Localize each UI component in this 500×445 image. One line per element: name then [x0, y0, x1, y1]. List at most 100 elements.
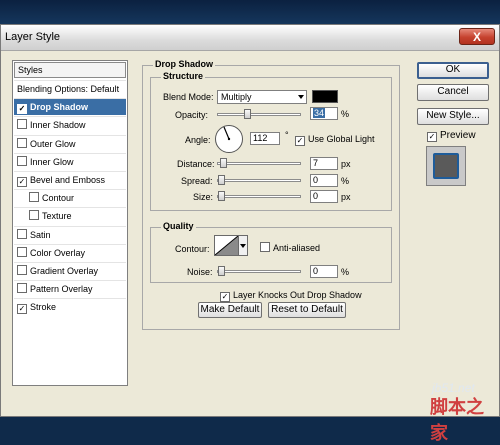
- distance-input[interactable]: 7: [310, 157, 338, 170]
- style-item-stroke[interactable]: ✓ Stroke: [14, 298, 126, 315]
- style-checkbox[interactable]: ✓: [17, 304, 27, 315]
- style-checkbox[interactable]: [17, 265, 27, 275]
- opacity-unit: %: [341, 109, 350, 119]
- noise-input[interactable]: 0: [310, 265, 338, 278]
- style-checkbox[interactable]: [17, 283, 27, 294]
- watermark-logo-text: 脚本之家: [430, 397, 484, 443]
- contour-dropdown[interactable]: [239, 235, 248, 256]
- style-item-gradient-overlay[interactable]: Gradient Overlay: [14, 262, 126, 279]
- style-checkbox[interactable]: ✓: [17, 104, 27, 115]
- size-input[interactable]: 0: [310, 190, 338, 203]
- style-item-label: Blending Options: Default: [17, 84, 120, 94]
- angle-needle-icon: [223, 126, 231, 141]
- quality-title: Quality: [161, 221, 196, 231]
- ok-button[interactable]: OK: [417, 62, 489, 79]
- style-item-label: Outer Glow: [30, 138, 76, 149]
- style-checkbox[interactable]: [17, 246, 27, 257]
- style-item-label: Stroke: [30, 302, 57, 313]
- opacity-input[interactable]: 34: [310, 107, 338, 120]
- style-checkbox[interactable]: [17, 137, 27, 148]
- preview-shape: [433, 153, 459, 179]
- window-title: Layer Style: [5, 31, 61, 43]
- style-item-contour[interactable]: Contour: [14, 189, 126, 206]
- spread-input[interactable]: 0: [310, 174, 338, 187]
- style-item-outer-glow[interactable]: Outer Glow: [14, 134, 126, 152]
- spread-slider[interactable]: [217, 175, 301, 185]
- knockout-option[interactable]: ✓ Layer Knocks Out Drop Shadow: [220, 290, 362, 302]
- distance-slider[interactable]: [217, 158, 301, 168]
- structure-title: Structure: [161, 71, 206, 81]
- knockout-checkbox[interactable]: ✓: [220, 292, 230, 302]
- style-item-pattern-overlay[interactable]: Pattern Overlay: [14, 280, 126, 297]
- new-style-button[interactable]: New Style...: [417, 108, 489, 125]
- style-item-inner-glow[interactable]: Inner Glow: [14, 152, 126, 170]
- size-slider-thumb[interactable]: [218, 191, 225, 201]
- preview-option[interactable]: ✓ Preview: [427, 130, 476, 142]
- style-checkbox[interactable]: [17, 228, 27, 239]
- contour-label: Contour:: [175, 244, 210, 254]
- shadow-color-swatch[interactable]: [312, 90, 338, 103]
- style-checkbox[interactable]: ✓: [17, 177, 27, 187]
- layer-style-dialog: Layer Style X Styles Blending Options: D…: [0, 24, 500, 417]
- reset-default-button[interactable]: Reset to Default: [268, 302, 346, 318]
- angle-dial[interactable]: [215, 125, 243, 153]
- make-default-button[interactable]: Make Default: [198, 302, 262, 318]
- style-checkbox[interactable]: [17, 155, 27, 166]
- blend-mode-value: Multiply: [221, 92, 252, 102]
- styles-list: Styles Blending Options: Default ✓ Drop Sh…: [12, 60, 128, 386]
- style-item-drop-shadow[interactable]: ✓ Drop Shadow: [14, 98, 126, 116]
- size-slider[interactable]: [217, 191, 301, 201]
- style-item-label: Bevel and Emboss: [30, 175, 106, 185]
- spread-label: Spread:: [181, 176, 213, 186]
- size-unit: px: [341, 192, 351, 202]
- drop-shadow-title: Drop Shadow: [153, 59, 215, 69]
- style-item-satin[interactable]: Satin: [14, 225, 126, 243]
- distance-unit: px: [341, 159, 351, 169]
- distance-slider-thumb[interactable]: [219, 158, 227, 168]
- global-light-checkbox[interactable]: ✓: [295, 136, 305, 146]
- anti-aliased-option[interactable]: Anti-aliased: [260, 242, 320, 253]
- opacity-slider[interactable]: [217, 109, 301, 119]
- style-item-label: Pattern Overlay: [30, 284, 93, 295]
- spread-slider-thumb[interactable]: [218, 175, 225, 185]
- style-checkbox[interactable]: [17, 119, 27, 130]
- style-checkbox[interactable]: [29, 192, 39, 203]
- distance-label: Distance:: [177, 159, 215, 169]
- spread-unit: %: [341, 176, 350, 186]
- style-item-bevel-and-emboss[interactable]: ✓ Bevel and Emboss: [14, 171, 126, 188]
- preview-checkbox[interactable]: ✓: [427, 132, 437, 142]
- style-item-color-overlay[interactable]: Color Overlay: [14, 243, 126, 261]
- angle-input[interactable]: 112: [250, 132, 280, 145]
- style-item-label: Inner Shadow: [30, 120, 86, 131]
- style-item-inner-shadow[interactable]: Inner Shadow: [14, 116, 126, 133]
- close-button[interactable]: X: [459, 28, 495, 45]
- style-checkbox[interactable]: [29, 210, 39, 221]
- noise-slider-thumb[interactable]: [218, 266, 225, 276]
- contour-curve-icon: [215, 236, 238, 255]
- angle-unit: °: [285, 130, 289, 140]
- anti-aliased-checkbox[interactable]: [260, 242, 270, 252]
- noise-unit: %: [341, 267, 350, 277]
- style-item-blending-options-default[interactable]: Blending Options: Default: [14, 80, 126, 97]
- use-global-light-option[interactable]: ✓ Use Global Light: [295, 134, 375, 146]
- style-item-texture[interactable]: Texture: [14, 207, 126, 224]
- style-item-label: Texture: [42, 211, 72, 222]
- title-bar[interactable]: Layer Style X: [1, 25, 499, 51]
- size-label: Size:: [193, 192, 214, 202]
- chevron-down-icon: [298, 95, 304, 99]
- contour-picker[interactable]: [214, 235, 239, 256]
- styles-header[interactable]: Styles: [14, 62, 126, 78]
- cancel-button[interactable]: Cancel: [417, 84, 489, 101]
- style-item-label: Satin: [30, 229, 51, 240]
- opacity-label: Opacity:: [175, 110, 209, 120]
- style-item-label: Gradient Overlay: [30, 266, 99, 276]
- style-item-label: Color Overlay: [30, 247, 86, 258]
- noise-slider[interactable]: [217, 266, 301, 276]
- blend-mode-select[interactable]: Multiply: [217, 90, 307, 104]
- angle-label: Angle:: [185, 135, 211, 145]
- style-item-label: Inner Glow: [30, 156, 74, 167]
- noise-label: Noise:: [187, 267, 213, 277]
- opacity-slider-thumb[interactable]: [243, 109, 251, 119]
- desktop-background: [0, 0, 500, 24]
- style-item-label: Contour: [42, 193, 75, 204]
